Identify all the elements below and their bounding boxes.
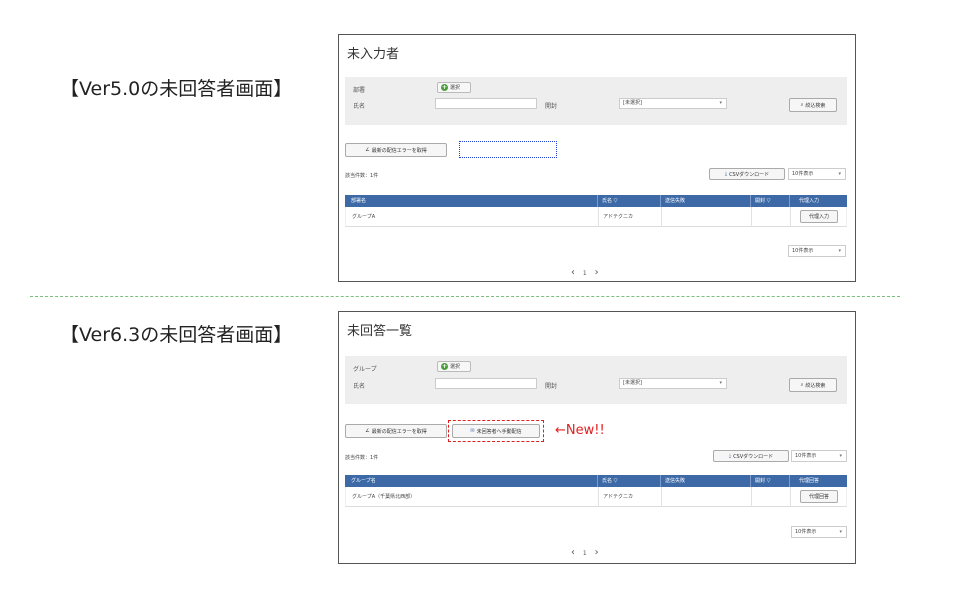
field-label-opened: 開封: [545, 383, 558, 390]
cell-name: アドテクニカ: [603, 494, 634, 500]
prev-page-button[interactable]: ‹: [571, 547, 575, 558]
csv-download-button[interactable]: ⤓ CSVダウンロード: [713, 450, 789, 462]
col-header-name[interactable]: 氏名 ▽: [602, 475, 617, 487]
page-number[interactable]: 1: [583, 550, 587, 557]
select-button[interactable]: + 選択: [437, 82, 471, 93]
field-label-group: グループ: [353, 366, 377, 373]
cell-department: グループA: [352, 214, 376, 220]
col-header-proxy: 代理入力: [799, 198, 820, 204]
caption-ver63: 【Ver6.3の未回答者画面】: [60, 324, 293, 346]
chevron-down-icon: ▾: [719, 100, 722, 106]
prev-page-button[interactable]: ‹: [571, 267, 575, 278]
per-page-select-bottom[interactable]: 10件表示 ▾: [791, 526, 847, 538]
col-header-send-fail: 送信失敗: [665, 478, 686, 484]
proxy-answer-button[interactable]: 代理回答: [800, 490, 838, 503]
edit-icon: ∠: [365, 147, 370, 153]
search-icon: ⌕: [800, 382, 804, 388]
caption-ver50: 【Ver5.0の未回答者画面】: [60, 78, 293, 100]
section-divider: [30, 296, 900, 297]
result-count: 該当件数：1件: [345, 173, 379, 179]
col-header-department[interactable]: 部署名: [351, 195, 366, 207]
plus-icon: +: [441, 84, 448, 91]
field-label-name: 氏名: [353, 383, 366, 390]
page-title: 未回答一覧: [347, 324, 413, 339]
csv-download-button[interactable]: ⤓ CSVダウンロード: [709, 168, 785, 180]
mail-icon: ✉: [470, 428, 475, 434]
table-header: 部署名 氏名 ▽ 送信失敗 開封 ▽ 代理入力: [345, 195, 847, 207]
col-header-opened[interactable]: 開封 ▽: [755, 195, 770, 207]
fetch-errors-button[interactable]: ∠ 最新の配信エラーを取得: [345, 424, 447, 438]
col-header-send-fail: 送信失敗: [665, 198, 686, 204]
pagination: ‹ 1 ›: [571, 267, 599, 278]
filter-search-button[interactable]: ⌕ 絞込検索: [789, 378, 837, 392]
next-page-button[interactable]: ›: [595, 267, 599, 278]
col-header-opened[interactable]: 開封 ▽: [755, 475, 770, 487]
search-icon: ⌕: [800, 102, 804, 108]
proxy-input-button[interactable]: 代理入力: [800, 210, 838, 223]
cell-group: グループA（千葉県北西部）: [352, 494, 416, 500]
page-number[interactable]: 1: [583, 270, 587, 277]
chevron-down-icon: ▾: [719, 380, 722, 386]
field-label-department: 部署: [353, 87, 366, 94]
col-header-proxy: 代理回答: [799, 478, 820, 484]
col-header-name[interactable]: 氏名 ▽: [602, 195, 617, 207]
next-page-button[interactable]: ›: [595, 547, 599, 558]
page-title: 未入力者: [347, 47, 400, 62]
per-page-select[interactable]: 10件表示 ▾: [788, 168, 846, 180]
panel-ver50: 未入力者 部署 + 選択 氏名 開封 [未選択] ▾ ⌕ 絞込検索 ∠ 最新の配信エラ…: [338, 34, 856, 282]
name-input[interactable]: [435, 98, 537, 109]
plus-icon: +: [441, 363, 448, 370]
empty-placeholder-highlight: [459, 141, 557, 158]
download-icon: ⤓: [728, 453, 732, 459]
new-feature-label: ←New!!: [555, 423, 605, 438]
filter-area: グループ + 選択 氏名 開封 [未選択] ▾ ⌕ 絞込検索: [345, 356, 847, 404]
filter-area: 部署 + 選択 氏名 開封 [未選択] ▾ ⌕ 絞込検索: [345, 77, 847, 125]
fetch-errors-button[interactable]: ∠ 最新の配信エラーを取得: [345, 143, 447, 157]
opened-select[interactable]: [未選択] ▾: [619, 378, 727, 389]
col-header-group[interactable]: グループ名: [351, 475, 376, 487]
manual-send-button[interactable]: ✉ 未回答者へ手動配信: [452, 424, 540, 438]
field-label-opened: 開封: [545, 103, 558, 110]
result-count: 該当件数：1件: [345, 455, 379, 461]
field-label-name: 氏名: [353, 103, 366, 110]
per-page-select-bottom[interactable]: 10件表示 ▾: [788, 245, 846, 257]
chevron-down-icon: ▾: [838, 171, 841, 177]
chevron-down-icon: ▾: [839, 453, 842, 459]
select-button[interactable]: + 選択: [437, 361, 471, 372]
chevron-down-icon: ▾: [839, 529, 842, 535]
cell-name: アドテクニカ: [603, 214, 634, 220]
name-input[interactable]: [435, 378, 537, 389]
pagination: ‹ 1 ›: [571, 547, 599, 558]
chevron-down-icon: ▾: [838, 248, 841, 254]
table-row: グループA（千葉県北西部） アドテクニカ 代理回答: [345, 487, 847, 507]
table-row: グループA アドテクニカ 代理入力: [345, 207, 847, 227]
download-icon: ⤓: [724, 171, 728, 177]
table-header: グループ名 氏名 ▽ 送信失敗 開封 ▽ 代理回答: [345, 475, 847, 487]
opened-select[interactable]: [未選択] ▾: [619, 98, 727, 109]
filter-search-button[interactable]: ⌕ 絞込検索: [789, 98, 837, 112]
per-page-select[interactable]: 10件表示 ▾: [791, 450, 847, 462]
edit-icon: ∠: [365, 428, 370, 434]
